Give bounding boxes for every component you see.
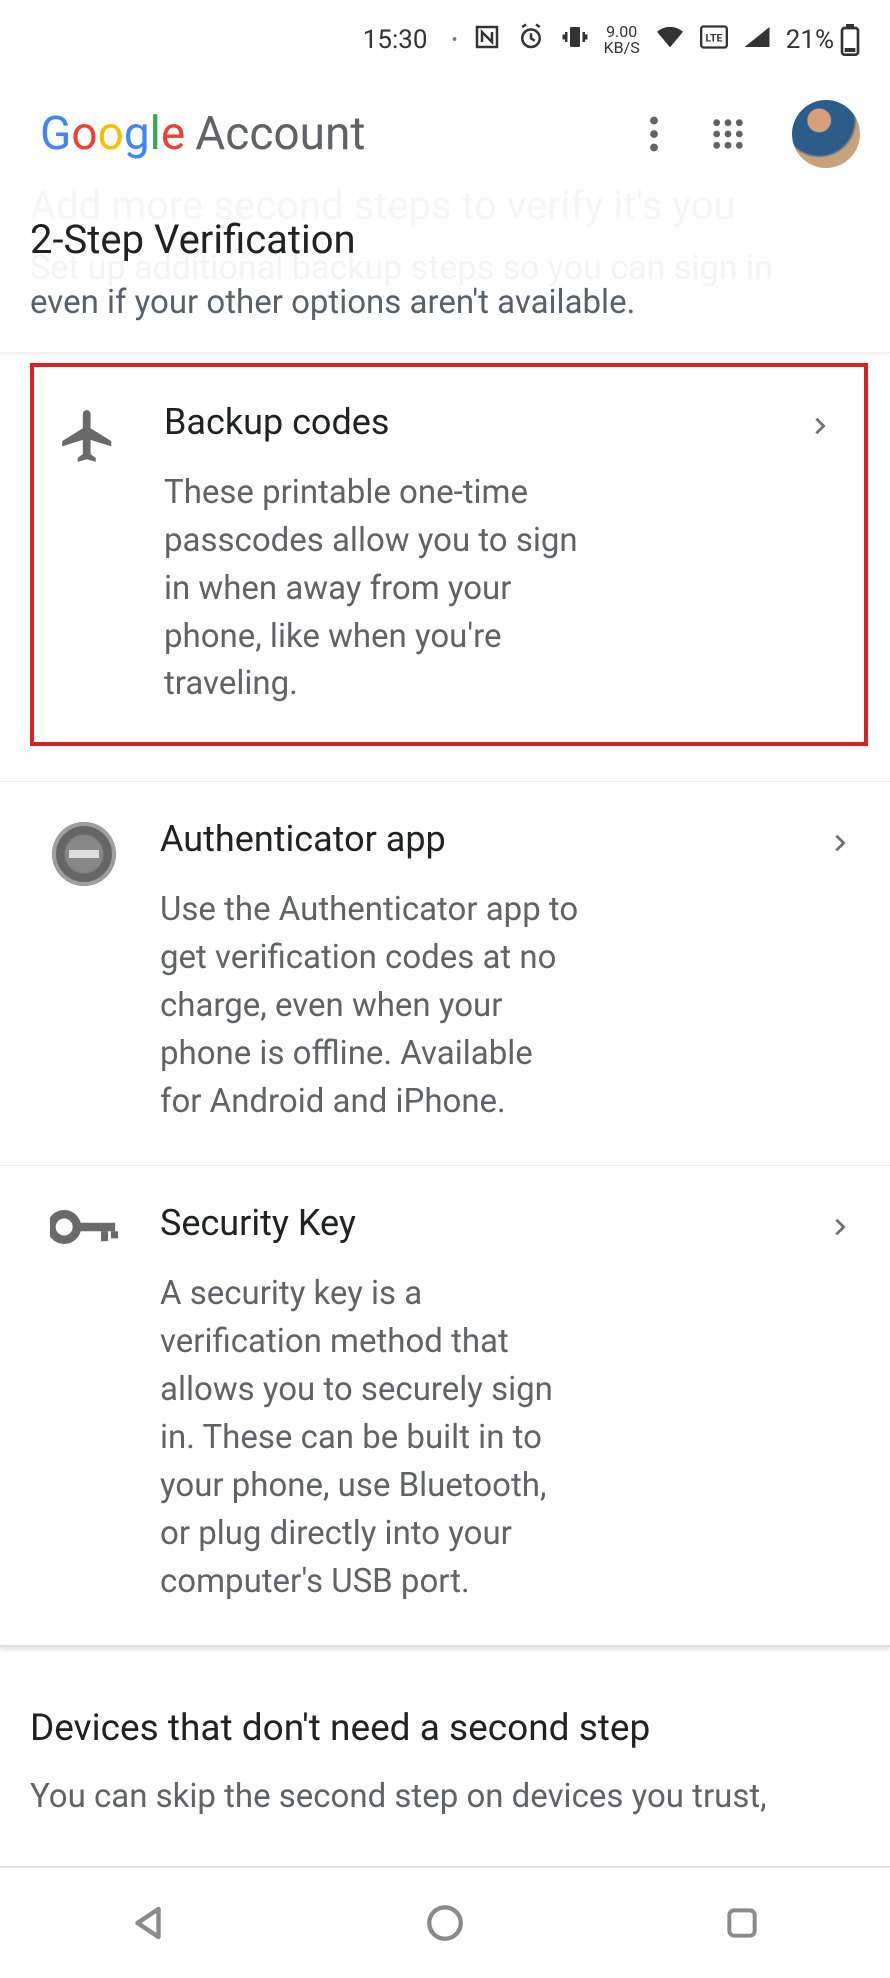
- option-title: Authenticator app: [160, 818, 778, 860]
- chevron-right-icon: [798, 401, 842, 708]
- section-desc: You can skip the second step on devices …: [30, 1774, 860, 1820]
- ghost-heading: Add more second steps to verify it's you: [30, 182, 736, 229]
- option-security-key[interactable]: Security Key A security key is a verific…: [0, 1166, 890, 1647]
- trusted-devices-section: Devices that don't need a second step Yo…: [0, 1647, 890, 1840]
- system-nav-bar: [0, 1866, 890, 1978]
- option-authenticator-app[interactable]: Authenticator app Use the Authenticator …: [0, 782, 890, 1166]
- option-title: Security Key: [160, 1202, 778, 1244]
- status-bar: 15:30 • 9.00 KB/S LTE 21%: [0, 0, 890, 80]
- option-backup-codes[interactable]: Backup codes These printable one-time pa…: [34, 367, 864, 742]
- network-speed: 9.00 KB/S: [604, 24, 640, 56]
- option-desc: A security key is a verification method …: [160, 1270, 580, 1605]
- apps-grid-icon[interactable]: [700, 117, 756, 151]
- ghost-subheading: Set up additional backup steps so you ca…: [30, 248, 773, 288]
- signal-icon: [742, 24, 772, 57]
- nfc-icon: [472, 22, 502, 59]
- status-time: 15:30: [363, 25, 428, 55]
- chevron-right-icon: [818, 1202, 862, 1605]
- nav-recents-button[interactable]: [712, 1893, 772, 1953]
- authenticator-icon: [48, 818, 120, 1125]
- vibrate-icon: [560, 22, 590, 59]
- option-desc: These printable one-time passcodes allow…: [164, 469, 584, 708]
- battery-status: 21%: [786, 24, 860, 56]
- google-account-logo: Google Account: [40, 107, 365, 161]
- option-title: Backup codes: [164, 401, 758, 443]
- more-options-icon[interactable]: [626, 116, 682, 152]
- page-title-section: Add more second steps to verify it's you…: [0, 192, 890, 263]
- alarm-icon: [516, 22, 546, 59]
- user-avatar[interactable]: [792, 100, 860, 168]
- nav-back-button[interactable]: [118, 1893, 178, 1953]
- nav-home-button[interactable]: [415, 1893, 475, 1953]
- key-icon: [48, 1202, 120, 1605]
- svg-text:LTE: LTE: [705, 31, 722, 44]
- highlight-box: Backup codes These printable one-time pa…: [30, 363, 868, 746]
- app-header: Google Account: [0, 80, 890, 192]
- chevron-right-icon: [818, 818, 862, 1125]
- status-dot-icon: •: [452, 30, 458, 51]
- option-desc: Use the Authenticator app to get verific…: [160, 886, 580, 1125]
- section-title: Devices that don't need a second step: [30, 1707, 860, 1750]
- airplane-icon: [52, 401, 124, 708]
- wifi-icon: [654, 24, 686, 57]
- volte-icon: LTE: [700, 25, 728, 56]
